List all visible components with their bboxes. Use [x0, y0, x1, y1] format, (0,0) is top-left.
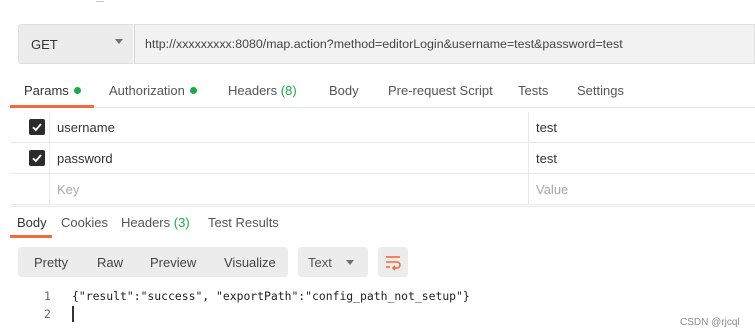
tab-authorization-label: Authorization [109, 83, 185, 98]
wrap-lines-button[interactable] [378, 247, 408, 277]
top-fragment [96, 0, 104, 2]
view-raw-button[interactable]: Raw [97, 255, 123, 270]
checkbox-cell [10, 112, 50, 142]
checkbox-cell [10, 143, 50, 173]
code-line: 2 [0, 305, 755, 323]
tab-settings-label: Settings [577, 83, 624, 98]
tab-headers-label: Headers [228, 83, 278, 98]
tab-test-results-label: Test Results [208, 215, 279, 230]
tab-body-label: Body [329, 83, 359, 98]
code-line: 1 {"result":"success", "exportPath":"con… [0, 287, 755, 305]
text-cursor [72, 306, 74, 322]
tab-headers[interactable]: Headers (8) [228, 83, 297, 98]
value-placeholder[interactable]: Value [536, 182, 568, 197]
status-dot-icon [189, 87, 197, 94]
table-row: username test [10, 112, 755, 143]
response-headers-count: (3) [173, 215, 190, 230]
tab-response-headers-label: Headers [121, 215, 171, 230]
tab-pre-request-script[interactable]: Pre-request Script [388, 83, 493, 98]
format-select[interactable]: Text [298, 247, 368, 277]
param-value[interactable]: test [536, 151, 557, 166]
response-editor[interactable]: 1 {"result":"success", "exportPath":"con… [0, 287, 755, 323]
params-table: username test password test Key Value [10, 112, 755, 205]
tab-cookies-label: Cookies [61, 215, 108, 230]
view-visualize-button[interactable]: Visualize [224, 255, 276, 270]
checkbox-checked-icon[interactable] [29, 119, 45, 135]
chevron-down-icon [346, 260, 354, 265]
active-tab-indicator [10, 105, 94, 108]
line-number: 1 [44, 289, 51, 303]
response-tabs: Body Cookies Headers (3) Test Results [10, 206, 755, 238]
code-text: {"result":"success", "exportPath":"confi… [72, 289, 470, 303]
headers-count: (8) [280, 83, 297, 98]
table-row: password test [10, 143, 755, 174]
chevron-down-icon [115, 39, 123, 44]
status-dot-icon [73, 87, 81, 94]
param-key[interactable]: username [57, 120, 115, 135]
url-input[interactable]: http://xxxxxxxxx:8080/map.action?method=… [134, 24, 755, 64]
param-key[interactable]: password [57, 151, 113, 166]
column-divider [528, 174, 529, 204]
tab-tests[interactable]: Tests [518, 83, 548, 98]
format-select-label: Text [308, 255, 332, 270]
method-label: GET [31, 37, 58, 52]
tab-params-label: Params [24, 83, 69, 98]
wrap-lines-icon [386, 256, 401, 271]
checkbox-cell [10, 174, 50, 204]
tab-response-body[interactable]: Body [17, 215, 47, 230]
method-select[interactable]: GET [18, 24, 133, 64]
view-pretty-button[interactable]: Pretty [34, 255, 68, 270]
watermark: CSDN @rjcql [680, 317, 740, 328]
column-divider [528, 143, 529, 173]
tab-response-body-label: Body [17, 215, 47, 230]
tab-response-headers[interactable]: Headers (3) [121, 215, 190, 230]
key-placeholder[interactable]: Key [57, 182, 79, 197]
view-preview-button[interactable]: Preview [150, 255, 196, 270]
line-number: 2 [44, 307, 51, 321]
url-text: http://xxxxxxxxx:8080/map.action?method=… [145, 37, 623, 51]
tab-tests-label: Tests [518, 83, 549, 98]
tab-test-results[interactable]: Test Results [208, 215, 279, 230]
column-divider [528, 112, 529, 142]
active-tab-indicator [10, 235, 52, 238]
tab-authorization[interactable]: Authorization [109, 83, 197, 98]
tab-pre-request-label: Pre-request Script [388, 83, 493, 98]
checkbox-checked-icon[interactable] [29, 150, 45, 166]
request-bar: GET http://xxxxxxxxx:8080/map.action?met… [18, 24, 755, 64]
tab-cookies[interactable]: Cookies [61, 215, 108, 230]
request-tabs: Params Authorization Headers (8) Body Pr… [10, 74, 755, 108]
tab-body[interactable]: Body [329, 83, 359, 98]
table-row-empty: Key Value [10, 174, 755, 205]
top-strip [0, 0, 755, 20]
tab-settings[interactable]: Settings [577, 83, 624, 98]
param-value[interactable]: test [536, 120, 557, 135]
tab-params[interactable]: Params [24, 83, 81, 98]
view-mode-group: Pretty Raw Preview Visualize [18, 247, 288, 277]
